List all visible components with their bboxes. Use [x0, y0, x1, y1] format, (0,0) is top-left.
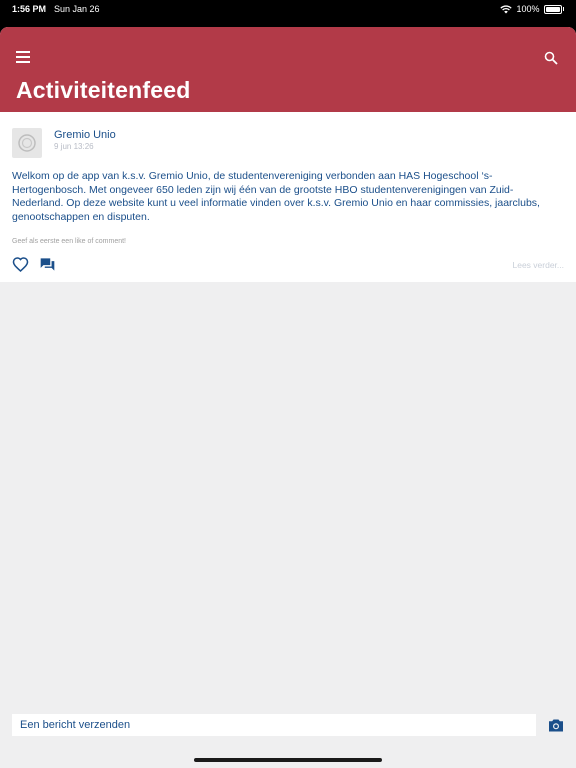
- message-input[interactable]: [12, 714, 536, 736]
- feed-post: Gremio Unio 9 jun 13:26 Welkom op de app…: [0, 112, 576, 282]
- wifi-icon: [500, 4, 513, 13]
- hamburger-icon[interactable]: [16, 51, 30, 63]
- battery-tip: [562, 7, 564, 11]
- status-date: Sun Jan 26: [54, 4, 100, 14]
- status-time: 1:56 PM: [12, 4, 47, 14]
- post-header: Gremio Unio 9 jun 13:26: [12, 128, 564, 158]
- avatar[interactable]: [12, 128, 42, 158]
- post-body: Welkom op de app van k.s.v. Gremio Unio,…: [12, 170, 540, 223]
- battery-percent: 100%: [516, 4, 540, 14]
- page-title: Activiteitenfeed: [16, 77, 191, 103]
- read-more-link[interactable]: Lees verder...: [512, 260, 564, 270]
- status-right: 100%: [500, 4, 564, 14]
- post-actions: Lees verder...: [12, 257, 564, 272]
- search-icon[interactable]: [544, 51, 558, 65]
- app-window: Activiteitenfeed Gremio Unio 9 jun 13:26…: [0, 27, 576, 768]
- post-meta: Gremio Unio 9 jun 13:26: [54, 128, 116, 151]
- app-header: Activiteitenfeed: [0, 27, 576, 112]
- comment-button[interactable]: [39, 257, 56, 272]
- logo-icon: [18, 134, 36, 152]
- comment-icon: [40, 258, 55, 271]
- compose-bar: [0, 708, 576, 742]
- post-timestamp: 9 jun 13:26: [54, 142, 94, 151]
- battery-icon: [543, 4, 562, 14]
- like-button[interactable]: [12, 257, 29, 272]
- heart-icon: [12, 257, 29, 272]
- status-bar: 1:56 PM Sun Jan 26 100%: [0, 0, 576, 18]
- post-author[interactable]: Gremio Unio: [54, 129, 116, 141]
- post-hint: Geef als eerste een like of comment!: [12, 238, 126, 245]
- home-indicator: [194, 758, 382, 762]
- camera-icon: [549, 719, 563, 731]
- camera-button[interactable]: [548, 719, 564, 732]
